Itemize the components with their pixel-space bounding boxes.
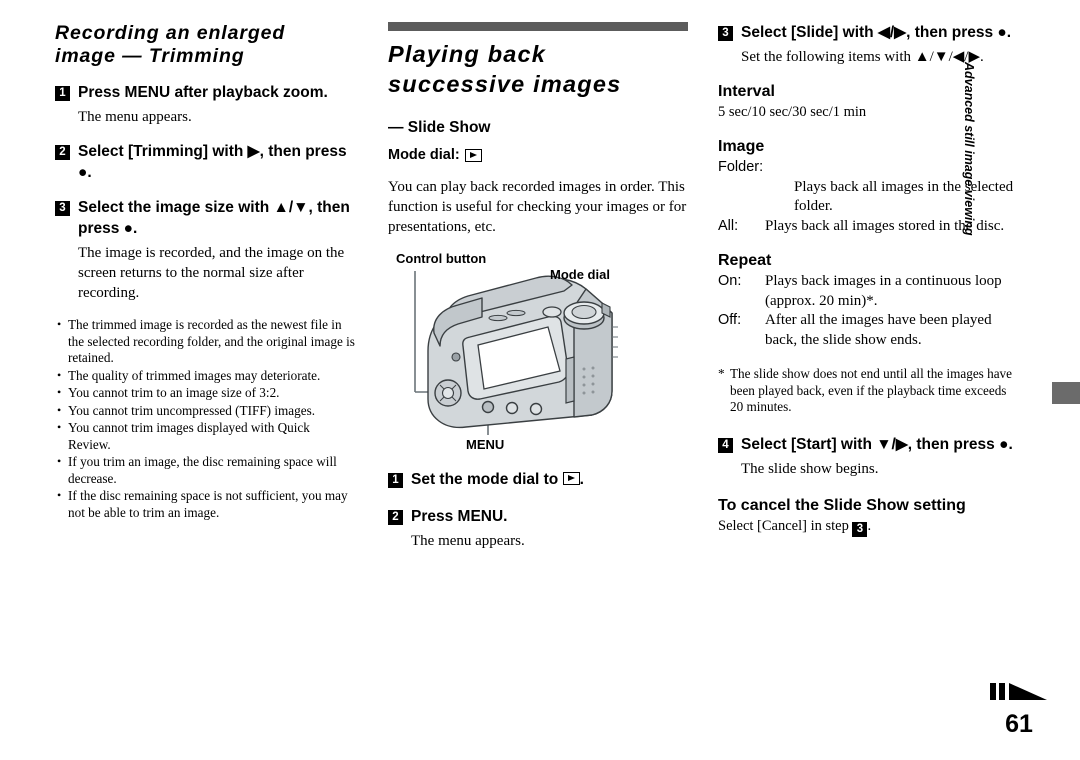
- menu-button-part: [481, 400, 495, 414]
- list-item: The quality of trimmed images may deteri…: [55, 367, 355, 385]
- cancel-text: Select [Cancel] in step 3.: [718, 517, 1018, 537]
- step-text: Select [Start] with ▼/▶, then press ●.: [741, 435, 1013, 453]
- left-step-1: 1 Press MENU after playback zoom.: [55, 82, 355, 103]
- manual-page: Recording an enlarged image — Trimming 1…: [0, 0, 1080, 760]
- step-badge: 1: [55, 86, 70, 101]
- mid-step-2: 2 Press MENU.: [388, 506, 688, 527]
- section-intro: You can play back recorded images in ord…: [388, 179, 687, 235]
- list-item: You cannot trim to an image size of 3:2.: [55, 384, 355, 402]
- mode-dial-row: Mode dial:: [388, 147, 688, 163]
- left-chapter-title-line2: image — Trimming: [55, 45, 245, 67]
- list-item: If you trim an image, the disc remaining…: [55, 453, 355, 487]
- right-step-3: 3 Select [Slide] with ◀/▶, then press ●.: [718, 22, 1018, 43]
- list-item: You cannot trim images displayed with Qu…: [55, 419, 355, 453]
- section-rule: [388, 22, 688, 31]
- left-step-1-note: The menu appears.: [78, 109, 192, 125]
- left-column: Recording an enlarged image — Trimming 1…: [55, 22, 355, 522]
- right-step-3-note: Set the following items with ▲/▼/◀/▶.: [741, 49, 984, 65]
- repeat-on-desc: Plays back images in a continuous loop (…: [765, 273, 1002, 309]
- camera-rear-illustration: [414, 271, 618, 435]
- page-number: 61: [1005, 710, 1033, 738]
- cancel-text-before: Select [Cancel] in step: [718, 517, 853, 534]
- mode-dial-part: [563, 301, 605, 330]
- figure-label-control-button: Control button: [396, 251, 487, 266]
- step-badge: 3: [852, 521, 868, 537]
- right-step-4: 4 Select [Start] with ▼/▶, then press ●.: [718, 434, 1018, 455]
- left-notes-list: The trimmed image is recorded as the new…: [55, 316, 355, 521]
- step-text-after: .: [579, 471, 584, 488]
- list-item: The trimmed image is recorded as the new…: [55, 316, 355, 367]
- left-step-2: 2 Select [Trimming] with ▶, then press ●…: [55, 141, 355, 183]
- list-item: If the disc remaining space is not suffi…: [55, 487, 355, 521]
- playback-icon: [562, 472, 580, 485]
- step-badge: 2: [55, 145, 70, 160]
- left-step-3-note: The image is recorded, and the image on …: [78, 245, 345, 301]
- mode-dial-label: Mode dial:: [388, 147, 460, 163]
- section-title-line1: Playing back: [388, 41, 547, 67]
- step-text: Set the mode dial to .: [411, 469, 584, 490]
- step-text-before: Set the mode dial to: [411, 471, 563, 488]
- step-badge: 3: [718, 26, 733, 41]
- mid-step-1: 1 Set the mode dial to .: [388, 469, 688, 490]
- step-badge: 1: [388, 473, 403, 488]
- section-subtitle: — Slide Show: [388, 119, 491, 136]
- step-badge: 3: [55, 201, 70, 216]
- left-chapter-title-line1: Recording an enlarged: [55, 22, 286, 44]
- image-folder-desc: Plays back all images in the selected fo…: [794, 178, 1014, 215]
- step-badge: 4: [718, 437, 733, 453]
- step-text: Select [Slide] with ◀/▶, then press ●.: [741, 24, 1012, 41]
- section-title: Playing back successive images: [388, 39, 688, 99]
- left-step-3: 3 Select the image size with ▲/▼, then p…: [55, 197, 355, 239]
- playback-icon: [464, 148, 482, 162]
- control-button-part: [434, 379, 462, 407]
- step-text: Select the image size with ▲/▼, then pre…: [78, 199, 350, 237]
- figure-label-menu: MENU: [466, 437, 505, 452]
- step-text: Press MENU after playback zoom.: [78, 84, 328, 101]
- repeat-off-row: Off: After all the images have been play…: [718, 311, 1018, 350]
- right-step-4-note: The slide show begins.: [741, 460, 879, 477]
- repeat-footnote: The slide show does not end until all th…: [718, 366, 1018, 416]
- step-text: Select [Trimming] with ▶, then press ●.: [78, 143, 347, 181]
- section-title-line2: successive images: [388, 71, 622, 97]
- image-all-desc: Plays back all images stored in the disc…: [765, 217, 1005, 234]
- chapter-mark-icon: [990, 683, 1047, 700]
- side-tab-marker: [1052, 382, 1080, 404]
- page-footer: 61: [990, 680, 1048, 738]
- cancel-heading: To cancel the Slide Show setting: [718, 496, 966, 514]
- repeat-off-desc: After all the images have been played ba…: [765, 312, 992, 348]
- step-text: Press MENU.: [411, 508, 508, 525]
- mid-step-2-note: The menu appears.: [411, 533, 525, 549]
- list-item: You cannot trim uncompressed (TIFF) imag…: [55, 402, 355, 420]
- side-tab-label: Advanced still image viewing: [962, 62, 976, 236]
- camera-figure: Control button Mode dial MENU: [388, 251, 688, 461]
- image-all-label: All:: [718, 217, 739, 234]
- figure-label-mode-dial: Mode dial: [550, 267, 610, 282]
- middle-column: Playing back successive images — Slide S…: [388, 22, 688, 565]
- repeat-on-label: On:: [718, 273, 742, 289]
- cancel-text-after: .: [867, 517, 872, 534]
- left-chapter-title: Recording an enlarged image — Trimming: [55, 22, 355, 68]
- step-badge: 2: [388, 510, 403, 525]
- repeat-off-label: Off:: [718, 312, 742, 328]
